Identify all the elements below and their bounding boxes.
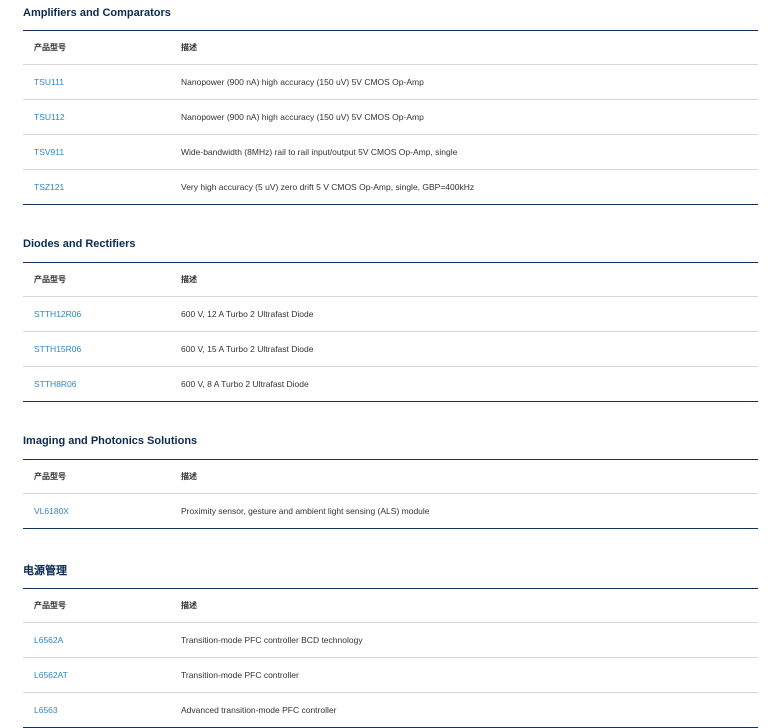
- product-table: 产品型号 描述 VL6180X Proximity sensor, gestur…: [23, 459, 758, 529]
- part-link[interactable]: STTH8R06: [34, 379, 77, 389]
- part-description: Proximity sensor, gesture and ambient li…: [181, 493, 758, 529]
- section-title: Diodes and Rectifiers: [23, 238, 136, 250]
- header-description: 描述: [181, 30, 758, 65]
- part-description: Transition-mode PFC controller: [181, 657, 758, 693]
- part-link[interactable]: STTH12R06: [34, 309, 81, 319]
- table-row: TSZ121 Very high accuracy (5 uV) zero dr…: [23, 169, 758, 205]
- part-description: 600 V, 12 A Turbo 2 Ultrafast Diode: [181, 296, 758, 332]
- table-row: STTH12R06 600 V, 12 A Turbo 2 Ultrafast …: [23, 296, 758, 332]
- part-description: 600 V, 8 A Turbo 2 Ultrafast Diode: [181, 366, 758, 402]
- part-link[interactable]: STTH15R06: [34, 344, 81, 354]
- part-description: 600 V, 15 A Turbo 2 Ultrafast Diode: [181, 331, 758, 367]
- table-row: L6563 Advanced transition-mode PFC contr…: [23, 692, 758, 728]
- product-table: 产品型号 描述 L6562A Transition-mode PFC contr…: [23, 588, 758, 728]
- section-diodes: Diodes and Rectifiers 产品型号 描述 STTH12R06 …: [23, 237, 758, 402]
- header-description: 描述: [181, 588, 758, 623]
- part-description: Nanopower (900 nA) high accuracy (150 uV…: [181, 64, 758, 100]
- part-link[interactable]: TSZ121: [34, 182, 64, 192]
- table-row: VL6180X Proximity sensor, gesture and am…: [23, 493, 758, 529]
- part-link[interactable]: TSU112: [34, 112, 65, 122]
- header-description: 描述: [181, 262, 758, 297]
- section-imaging: Imaging and Photonics Solutions 产品型号 描述 …: [23, 434, 758, 529]
- part-link[interactable]: L6563: [34, 705, 58, 715]
- section-title: Imaging and Photonics Solutions: [23, 435, 198, 447]
- part-link[interactable]: L6562A: [34, 635, 63, 645]
- part-link[interactable]: TSU111: [34, 77, 64, 87]
- section-power-management: 电源管理 产品型号 描述 L6562A Transition-mode PFC …: [23, 564, 758, 728]
- section-title: Amplifiers and Comparators: [23, 7, 171, 19]
- product-table: 产品型号 描述 TSU111 Nanopower (900 nA) high a…: [23, 30, 758, 205]
- part-description: Wide-bandwidth (8MHz) rail to rail input…: [181, 134, 758, 170]
- header-part-number: 产品型号: [23, 30, 181, 65]
- section-title: 电源管理: [23, 565, 67, 577]
- table-row: TSV911 Wide-bandwidth (8MHz) rail to rai…: [23, 134, 758, 170]
- part-link[interactable]: L6562AT: [34, 670, 68, 680]
- header-description: 描述: [181, 459, 758, 494]
- table-row: STTH15R06 600 V, 15 A Turbo 2 Ultrafast …: [23, 331, 758, 367]
- part-link[interactable]: TSV911: [34, 147, 64, 157]
- table-row: TSU111 Nanopower (900 nA) high accuracy …: [23, 64, 758, 100]
- header-part-number: 产品型号: [23, 459, 181, 494]
- table-row: L6562A Transition-mode PFC controller BC…: [23, 622, 758, 658]
- part-description: Nanopower (900 nA) high accuracy (150 uV…: [181, 99, 758, 135]
- header-part-number: 产品型号: [23, 588, 181, 623]
- section-amplifiers: Amplifiers and Comparators 产品型号 描述 TSU11…: [23, 6, 758, 205]
- product-table: 产品型号 描述 STTH12R06 600 V, 12 A Turbo 2 Ul…: [23, 262, 758, 402]
- part-description: Advanced transition-mode PFC controller: [181, 692, 758, 728]
- table-row: STTH8R06 600 V, 8 A Turbo 2 Ultrafast Di…: [23, 366, 758, 402]
- part-description: Transition-mode PFC controller BCD techn…: [181, 622, 758, 658]
- table-row: L6562AT Transition-mode PFC controller: [23, 657, 758, 693]
- table-row: TSU112 Nanopower (900 nA) high accuracy …: [23, 99, 758, 135]
- part-link[interactable]: VL6180X: [34, 506, 69, 516]
- header-part-number: 产品型号: [23, 262, 181, 297]
- part-description: Very high accuracy (5 uV) zero drift 5 V…: [181, 169, 758, 205]
